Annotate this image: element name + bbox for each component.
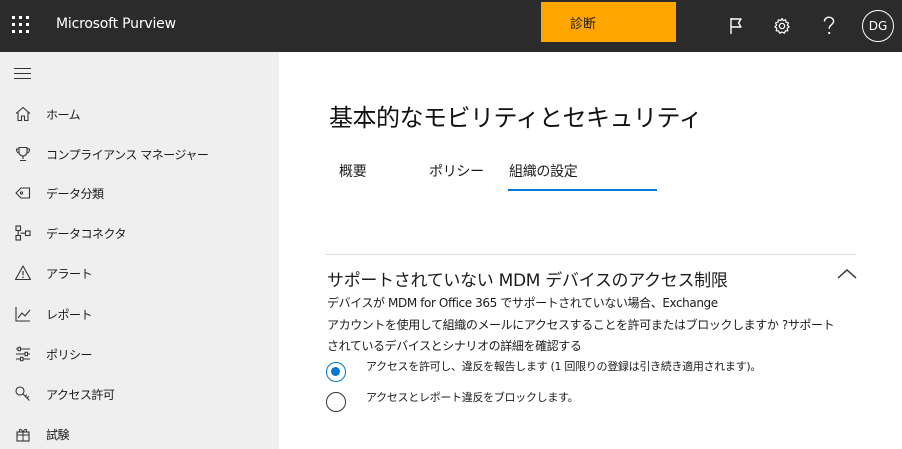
allow-access-radio[interactable] [326, 362, 346, 382]
sidebar-item-compliance-manager[interactable]: コンプライアンス マネージャー [0, 138, 279, 170]
section-divider [326, 254, 856, 255]
section-title: サポートされていない MDM デバイスのアクセス制限 [327, 271, 728, 291]
sidebar-item-label: レポート [46, 308, 93, 322]
sidebar-item-label: アラート [46, 267, 93, 281]
sidebar-item-alerts[interactable]: アラート [0, 257, 279, 289]
sidebar: ホーム コンプライアンス マネージャー データ分類 データコネクタ アラート レ… [0, 52, 279, 449]
sidebar-item-data-connectors[interactable]: データコネクタ [0, 217, 279, 249]
tab-org-settings[interactable]: 組織の設定 [509, 161, 578, 181]
section-description-line[interactable]: されているデバイスとシナリオの詳細を確認する [327, 337, 582, 354]
sidebar-item-home[interactable]: ホーム [0, 98, 279, 130]
trophy-icon [13, 144, 33, 164]
chevron-up-icon[interactable] [836, 266, 858, 280]
sidebar-item-label: ホーム [46, 108, 81, 122]
sidebar-item-permissions[interactable]: アクセス許可 [0, 378, 279, 410]
alert-icon [13, 263, 33, 283]
sidebar-item-label: データコネクタ [46, 227, 127, 241]
sidebar-item-trials[interactable]: 試験 [0, 418, 279, 449]
sidebar-item-label: ポリシー [46, 348, 93, 362]
home-icon [13, 104, 33, 124]
top-bar: Microsoft Purview 診断 DG [0, 0, 902, 52]
hamburger-menu-icon[interactable] [14, 67, 32, 81]
help-icon[interactable] [815, 12, 843, 40]
section-description-line: アカウントを使用して組織のメールにアクセスすることを許可またはブロックしますか … [327, 318, 835, 332]
key-icon [13, 384, 33, 404]
app-title[interactable]: Microsoft Purview [56, 16, 176, 32]
waffle-icon[interactable] [12, 16, 32, 36]
diagnostics-button[interactable]: 診断 [541, 2, 676, 42]
sidebar-item-label: アクセス許可 [46, 388, 115, 402]
section-description-line: デバイスが MDM for Office 365 でサポートされていない場合、E… [327, 296, 718, 310]
tag-icon [13, 183, 33, 203]
block-access-label[interactable]: アクセスとレポート違反をブロックします。 [366, 389, 579, 405]
sidebar-item-data-classification[interactable]: データ分類 [0, 177, 279, 209]
allow-access-label[interactable]: アクセスを許可し、違反を報告します (1 回限りの登録は引き続き適用されます)。 [366, 358, 761, 374]
block-access-radio[interactable] [326, 392, 346, 412]
trials-icon [13, 424, 33, 444]
sidebar-item-label: 試験 [46, 428, 70, 442]
page-title: 基本的なモビリティとセキュリティ [329, 104, 703, 132]
gear-icon[interactable] [768, 12, 796, 40]
connector-icon [13, 223, 33, 243]
avatar[interactable]: DG [862, 10, 894, 42]
tab-overview[interactable]: 概要 [339, 161, 367, 181]
sidebar-item-policies[interactable]: ポリシー [0, 338, 279, 370]
sidebar-item-label: コンプライアンス マネージャー [46, 148, 209, 162]
sidebar-item-reports[interactable]: レポート [0, 298, 279, 330]
chart-icon [13, 304, 33, 324]
flag-icon[interactable] [722, 12, 750, 40]
sliders-icon [13, 344, 33, 364]
sidebar-item-label: データ分類 [46, 187, 104, 201]
tab-policies[interactable]: ポリシー [429, 161, 484, 181]
active-tab-indicator [508, 189, 657, 191]
